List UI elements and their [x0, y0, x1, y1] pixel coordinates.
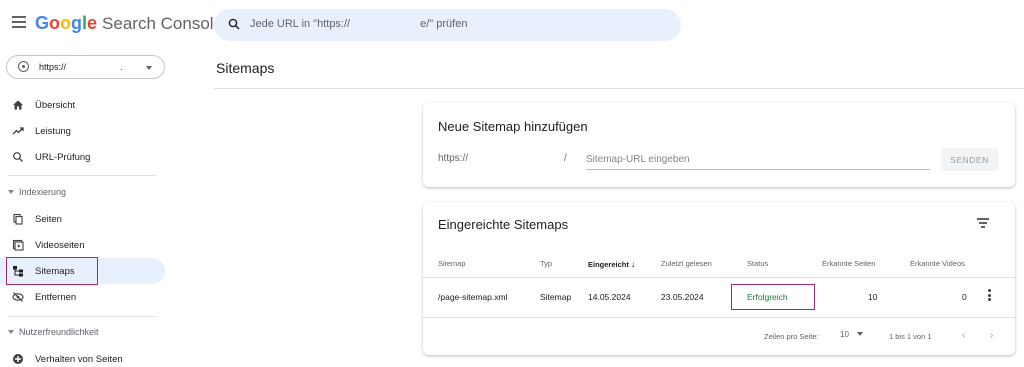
top-bar: Google Search Console Jede URL in "https:…	[0, 0, 1024, 50]
sidebar-item-performance[interactable]: Leistung	[0, 118, 165, 144]
cell-sitemap: /page-sitemap.xml	[438, 292, 508, 302]
add-sitemap-title: Neue Sitemap hinzufügen	[438, 119, 588, 134]
filter-icon[interactable]	[977, 218, 989, 228]
sitemap-url-prefix: https:///	[438, 153, 567, 164]
pages-icon	[13, 213, 23, 225]
section-ux[interactable]: Nutzerfreundlichkeit	[8, 327, 99, 347]
sidebar-item-pages[interactable]: Seiten	[0, 206, 165, 232]
page-behavior-icon	[13, 354, 23, 364]
column-header-discovered-videos[interactable]: Erkannte Videos	[910, 259, 965, 268]
sidebar-item-overview[interactable]: Übersicht	[0, 92, 165, 118]
logo[interactable]: Google Search Console	[35, 13, 223, 34]
url-inspection-search[interactable]: Jede URL in "https://e/" prüfen	[214, 9, 681, 41]
sidebar-item-url-inspection[interactable]: URL-Prüfung	[0, 144, 165, 170]
section-indexing[interactable]: Indexierung	[8, 187, 66, 207]
column-header-status[interactable]: Status	[747, 259, 768, 268]
search-placeholder: Jede URL in "https://e/" prüfen	[250, 18, 468, 30]
previous-page-button[interactable]: ‹	[962, 330, 965, 341]
chevron-down-icon	[8, 190, 14, 194]
table-header-divider	[423, 277, 1015, 278]
column-header-submitted[interactable]: Eingereicht ↓	[588, 259, 635, 269]
page-title: Sitemaps	[216, 60, 275, 76]
search-icon	[228, 18, 240, 30]
cell-submitted: 14.05.2024	[588, 292, 631, 302]
google-wordmark: Google	[35, 13, 98, 33]
next-page-button[interactable]: ›	[990, 330, 993, 341]
chevron-down-icon	[856, 332, 863, 336]
pagination-range: 1 bis 1 von 1	[889, 332, 932, 341]
cell-type: Sitemap	[540, 292, 572, 302]
property-selector[interactable]: https://.	[6, 55, 165, 79]
annotation-highlight-status	[731, 284, 815, 310]
column-header-last-read[interactable]: Zuletzt gelesen	[661, 259, 712, 268]
product-name: Search Console	[102, 14, 224, 33]
submit-sitemap-button[interactable]: SENDEN	[941, 148, 998, 171]
sidebar-item-removals[interactable]: Entfernen	[0, 284, 165, 310]
submitted-sitemaps-card: Eingereichte Sitemaps Sitemap Typ Einger…	[423, 202, 1015, 355]
rows-per-page-label: Zeilen pro Seite:	[764, 332, 819, 341]
header-divider	[214, 88, 1024, 89]
chevron-down-icon	[146, 66, 152, 70]
property-url: https://.	[39, 62, 123, 72]
column-header-sitemap[interactable]: Sitemap	[438, 259, 466, 268]
sidebar-divider	[8, 175, 156, 176]
annotation-highlight-sitemaps	[6, 257, 98, 285]
chevron-down-icon	[8, 330, 14, 334]
cell-last-read: 23.05.2024	[661, 292, 704, 302]
sidebar-item-video-pages[interactable]: Videoseiten	[0, 232, 165, 258]
sort-descending-icon: ↓	[630, 259, 636, 269]
sidebar-divider	[8, 316, 156, 317]
remove-icon	[12, 292, 24, 302]
menu-icon[interactable]	[12, 16, 26, 28]
search-icon	[13, 152, 23, 162]
more-vert-icon[interactable]	[986, 289, 992, 303]
sidebar-item-page-behavior[interactable]: Verhalten von Seiten	[0, 346, 165, 367]
rows-per-page-select[interactable]: 10	[840, 330, 863, 339]
trending-icon	[12, 127, 24, 135]
add-sitemap-card: Neue Sitemap hinzufügen https:/// SENDEN	[423, 103, 1015, 187]
cell-discovered-pages: 10	[868, 292, 878, 302]
property-icon	[18, 61, 29, 72]
cell-discovered-videos: 0	[962, 292, 967, 302]
table-row-divider	[423, 317, 1015, 318]
submitted-sitemaps-title: Eingereichte Sitemaps	[438, 217, 569, 232]
video-pages-icon	[12, 239, 24, 251]
column-header-discovered-pages[interactable]: Erkannte Seiten	[822, 259, 875, 268]
sitemap-url-input[interactable]	[586, 150, 930, 170]
column-header-type[interactable]: Typ	[540, 259, 552, 268]
home-icon	[13, 100, 23, 110]
